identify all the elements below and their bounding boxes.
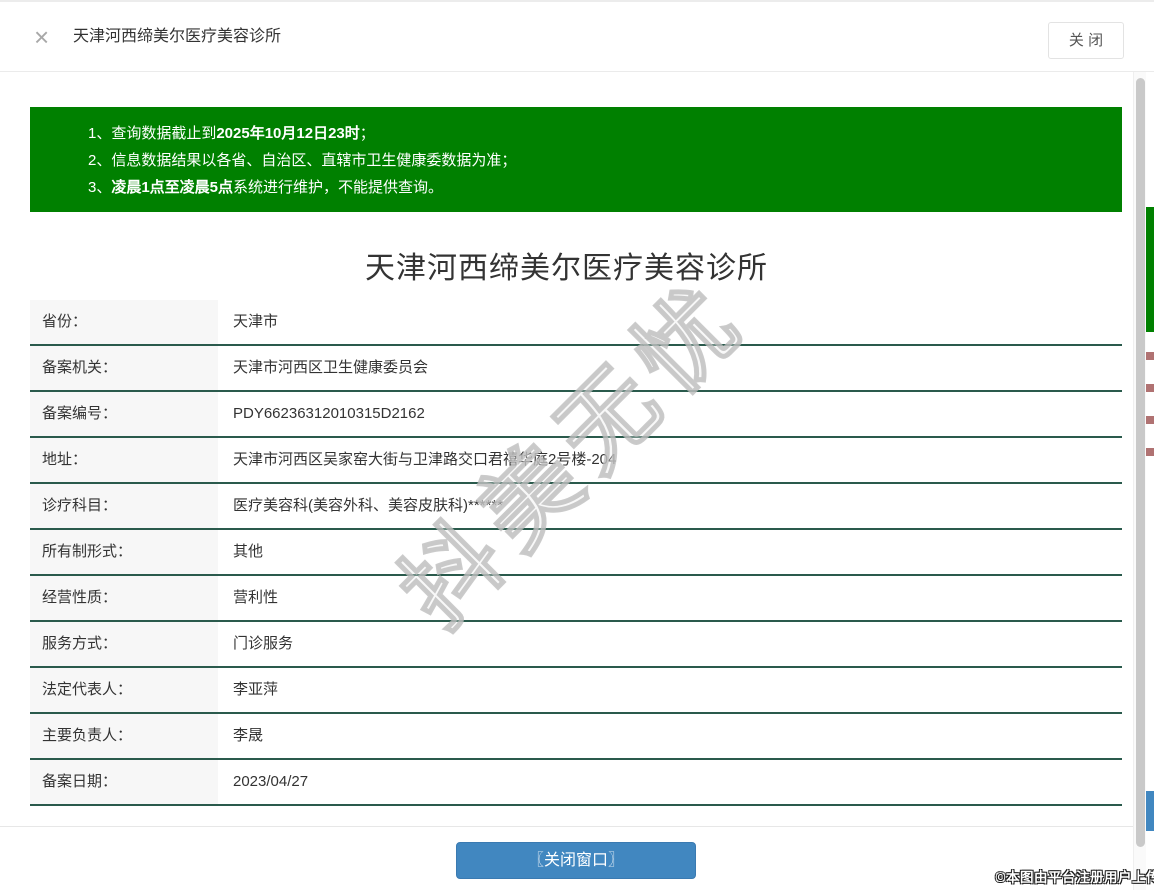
table-row: 主要负责人： 李晟 bbox=[30, 714, 1122, 760]
table-row: 备案日期： 2023/04/27 bbox=[30, 760, 1122, 806]
table-row: 诊疗科目： 医疗美容科(美容外科、美容皮肤科)****** bbox=[30, 484, 1122, 530]
table-row: 服务方式： 门诊服务 bbox=[30, 622, 1122, 668]
scrollbar-thumb[interactable] bbox=[1136, 78, 1145, 847]
window-title: 天津河西缔美尔医疗美容诊所 bbox=[73, 28, 282, 45]
sliver-text-fragment bbox=[1146, 416, 1154, 424]
notice-line-1-post: ； bbox=[359, 125, 375, 142]
notice-line-2-text: 2、信息数据结果以各省、自治区、直辖市卫生健康委数据为准； bbox=[88, 152, 517, 169]
row-label: 地址： bbox=[30, 438, 218, 482]
row-label: 诊疗科目： bbox=[30, 484, 218, 528]
row-value: 营利性 bbox=[233, 589, 279, 606]
row-value: 门诊服务 bbox=[233, 635, 294, 652]
row-label: 主要负责人： bbox=[30, 714, 218, 758]
row-value: 其他 bbox=[233, 543, 264, 560]
row-value: 李亚萍 bbox=[233, 681, 279, 698]
row-value: 李晟 bbox=[233, 727, 264, 744]
row-value: 天津市河西区吴家窑大街与卫津路交口君禧华庭2号楼-204 bbox=[233, 451, 617, 468]
row-value: 2023/04/27 bbox=[233, 773, 309, 790]
page-behind-sliver bbox=[1146, 72, 1154, 890]
row-value: 天津市 bbox=[233, 313, 279, 330]
notice-banner: 1、查询数据截止到2025年10月12日23时； 2、信息数据结果以各省、自治区… bbox=[30, 107, 1122, 212]
row-label: 法定代表人： bbox=[30, 668, 218, 712]
close-button[interactable]: 关 闭 bbox=[1048, 22, 1124, 59]
table-row: 经营性质： 营利性 bbox=[30, 576, 1122, 622]
row-value: 天津市河西区卫生健康委员会 bbox=[233, 359, 429, 376]
sliver-text-fragment bbox=[1146, 448, 1154, 456]
record-title: 天津河西缔美尔医疗美容诊所 bbox=[365, 252, 768, 285]
record-modal: × 天津河西缔美尔医疗美容诊所 关 闭 1、查询数据截止到2025年10月12日… bbox=[0, 0, 1154, 890]
table-row: 备案机关： 天津市河西区卫生健康委员会 bbox=[30, 346, 1122, 392]
scrollbar-track[interactable] bbox=[1133, 72, 1146, 890]
table-row: 所有制形式： 其他 bbox=[30, 530, 1122, 576]
notice-line-1: 1、查询数据截止到2025年10月12日23时； bbox=[88, 120, 1102, 147]
row-value: PDY66236312010315D2162 bbox=[233, 405, 425, 422]
copyright-overlay: ©本图由平台注册用户上传 bbox=[995, 870, 1154, 885]
row-value: 医疗美容科(美容外科、美容皮肤科)****** bbox=[233, 497, 504, 514]
notice-line-2: 2、信息数据结果以各省、自治区、直辖市卫生健康委数据为准； bbox=[88, 147, 1102, 174]
row-label: 备案机关： bbox=[30, 346, 218, 390]
sliver-text-fragment bbox=[1146, 352, 1154, 360]
detail-table: 省份： 天津市 备案机关： 天津市河西区卫生健康委员会 备案编号： PDY662… bbox=[30, 300, 1122, 806]
row-label: 经营性质： bbox=[30, 576, 218, 620]
close-window-button[interactable]: 〖关闭窗口〗 bbox=[456, 842, 696, 879]
row-label: 服务方式： bbox=[30, 622, 218, 666]
notice-line-3-post: 系统进行维护，不能提供查询。 bbox=[233, 179, 444, 196]
table-row: 地址： 天津市河西区吴家窑大街与卫津路交口君禧华庭2号楼-204 bbox=[30, 438, 1122, 484]
sliver-blue-button bbox=[1146, 791, 1154, 831]
notice-line-3: 3、凌晨1点至凌晨5点系统进行维护，不能提供查询。 bbox=[88, 174, 1102, 201]
close-icon[interactable]: × bbox=[34, 24, 49, 50]
sliver-text-fragment bbox=[1146, 384, 1154, 392]
notice-line-1-text: 1、查询数据截止到 bbox=[88, 125, 217, 142]
notice-line-3-text: 3、 bbox=[88, 179, 112, 196]
modal-header: × 天津河西缔美尔医疗美容诊所 关 闭 bbox=[0, 2, 1154, 72]
notice-line-3-bold: 凌晨1点至凌晨5点 bbox=[111, 179, 234, 196]
notice-line-1-bold: 2025年10月12日23时 bbox=[216, 125, 360, 142]
row-label: 所有制形式： bbox=[30, 530, 218, 574]
row-label: 备案编号： bbox=[30, 392, 218, 436]
row-label: 省份： bbox=[30, 300, 218, 344]
table-row: 省份： 天津市 bbox=[30, 300, 1122, 346]
section-divider bbox=[0, 826, 1133, 827]
sliver-green-banner bbox=[1146, 207, 1154, 332]
table-row: 备案编号： PDY66236312010315D2162 bbox=[30, 392, 1122, 438]
table-row: 法定代表人： 李亚萍 bbox=[30, 668, 1122, 714]
row-label: 备案日期： bbox=[30, 760, 218, 804]
footer-actions: 〖关闭窗口〗 bbox=[30, 842, 1122, 879]
